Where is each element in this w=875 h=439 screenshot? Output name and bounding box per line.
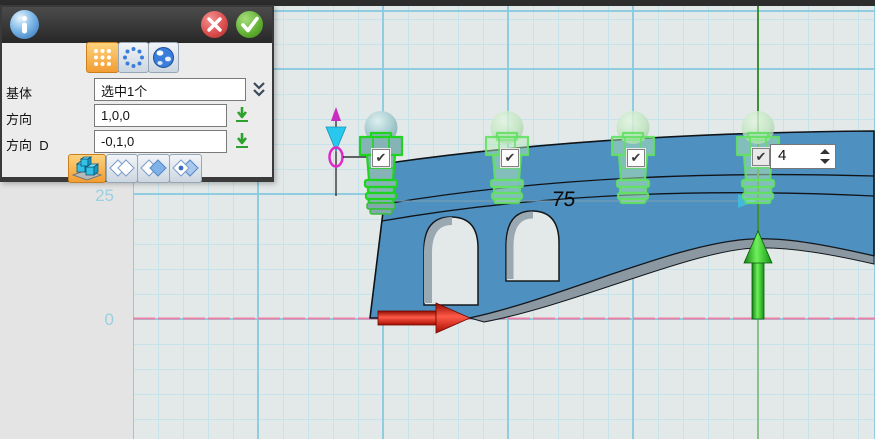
direction-d-label: 方向 D [6, 135, 49, 154]
ok-button[interactable] [236, 11, 263, 38]
direction-label: 方向 [6, 109, 32, 128]
pawn-2-checkbox[interactable]: ✔ [501, 149, 519, 167]
merge-option-button-1[interactable] [106, 154, 138, 183]
check-icon [243, 19, 257, 31]
polar-pattern-button[interactable] [118, 42, 149, 73]
pattern-count-spinner[interactable]: 4 [770, 144, 836, 169]
sphere-pattern-icon [149, 43, 178, 72]
spinner-down-button[interactable] [820, 159, 830, 164]
linear-pattern-icon [87, 43, 118, 72]
merge-option-button-2[interactable] [137, 154, 170, 183]
two-diamonds-icon [107, 155, 137, 182]
dimension-value-label: 75 [551, 188, 577, 212]
pick-arrow-icon [232, 131, 252, 151]
spinner-up-button[interactable] [820, 149, 830, 154]
pawn-1-checkbox[interactable]: ✔ [372, 149, 390, 167]
pawn-4-checkbox[interactable]: ✔ [752, 148, 770, 166]
dialog-titlebar [2, 7, 272, 43]
merge-option-button-3[interactable] [169, 154, 202, 183]
sphere-pattern-button[interactable] [148, 42, 179, 73]
close-icon [209, 19, 220, 30]
direction-input[interactable] [94, 104, 227, 127]
chevron-double-down-icon [250, 80, 268, 100]
direction-d-input[interactable] [94, 130, 227, 153]
axis-label-0: 0 [84, 310, 114, 330]
direction-pick-button[interactable] [232, 105, 252, 125]
diamond-dot-icon [170, 155, 201, 182]
pattern-task-dialog: 基体 选中1个 方向 方向 D [0, 5, 274, 182]
cubes-stack-icon [69, 155, 105, 182]
base-combobox[interactable]: 选中1个 [94, 78, 246, 101]
pattern-count-value[interactable]: 4 [778, 147, 786, 164]
pick-arrow-icon [232, 105, 252, 125]
polar-pattern-icon [119, 43, 148, 72]
linear-pattern-button[interactable] [86, 42, 119, 73]
pawn-3-checkbox[interactable]: ✔ [627, 149, 645, 167]
diamond-blue-icon [138, 155, 169, 182]
direction-d-pick-button[interactable] [232, 131, 252, 151]
solid-result-button[interactable] [68, 154, 106, 183]
axis-label-25: 25 [84, 186, 114, 206]
expand-chevron-button[interactable] [250, 80, 268, 100]
cancel-button[interactable] [201, 11, 228, 38]
info-icon [10, 10, 39, 39]
base-label: 基体 [6, 83, 32, 102]
